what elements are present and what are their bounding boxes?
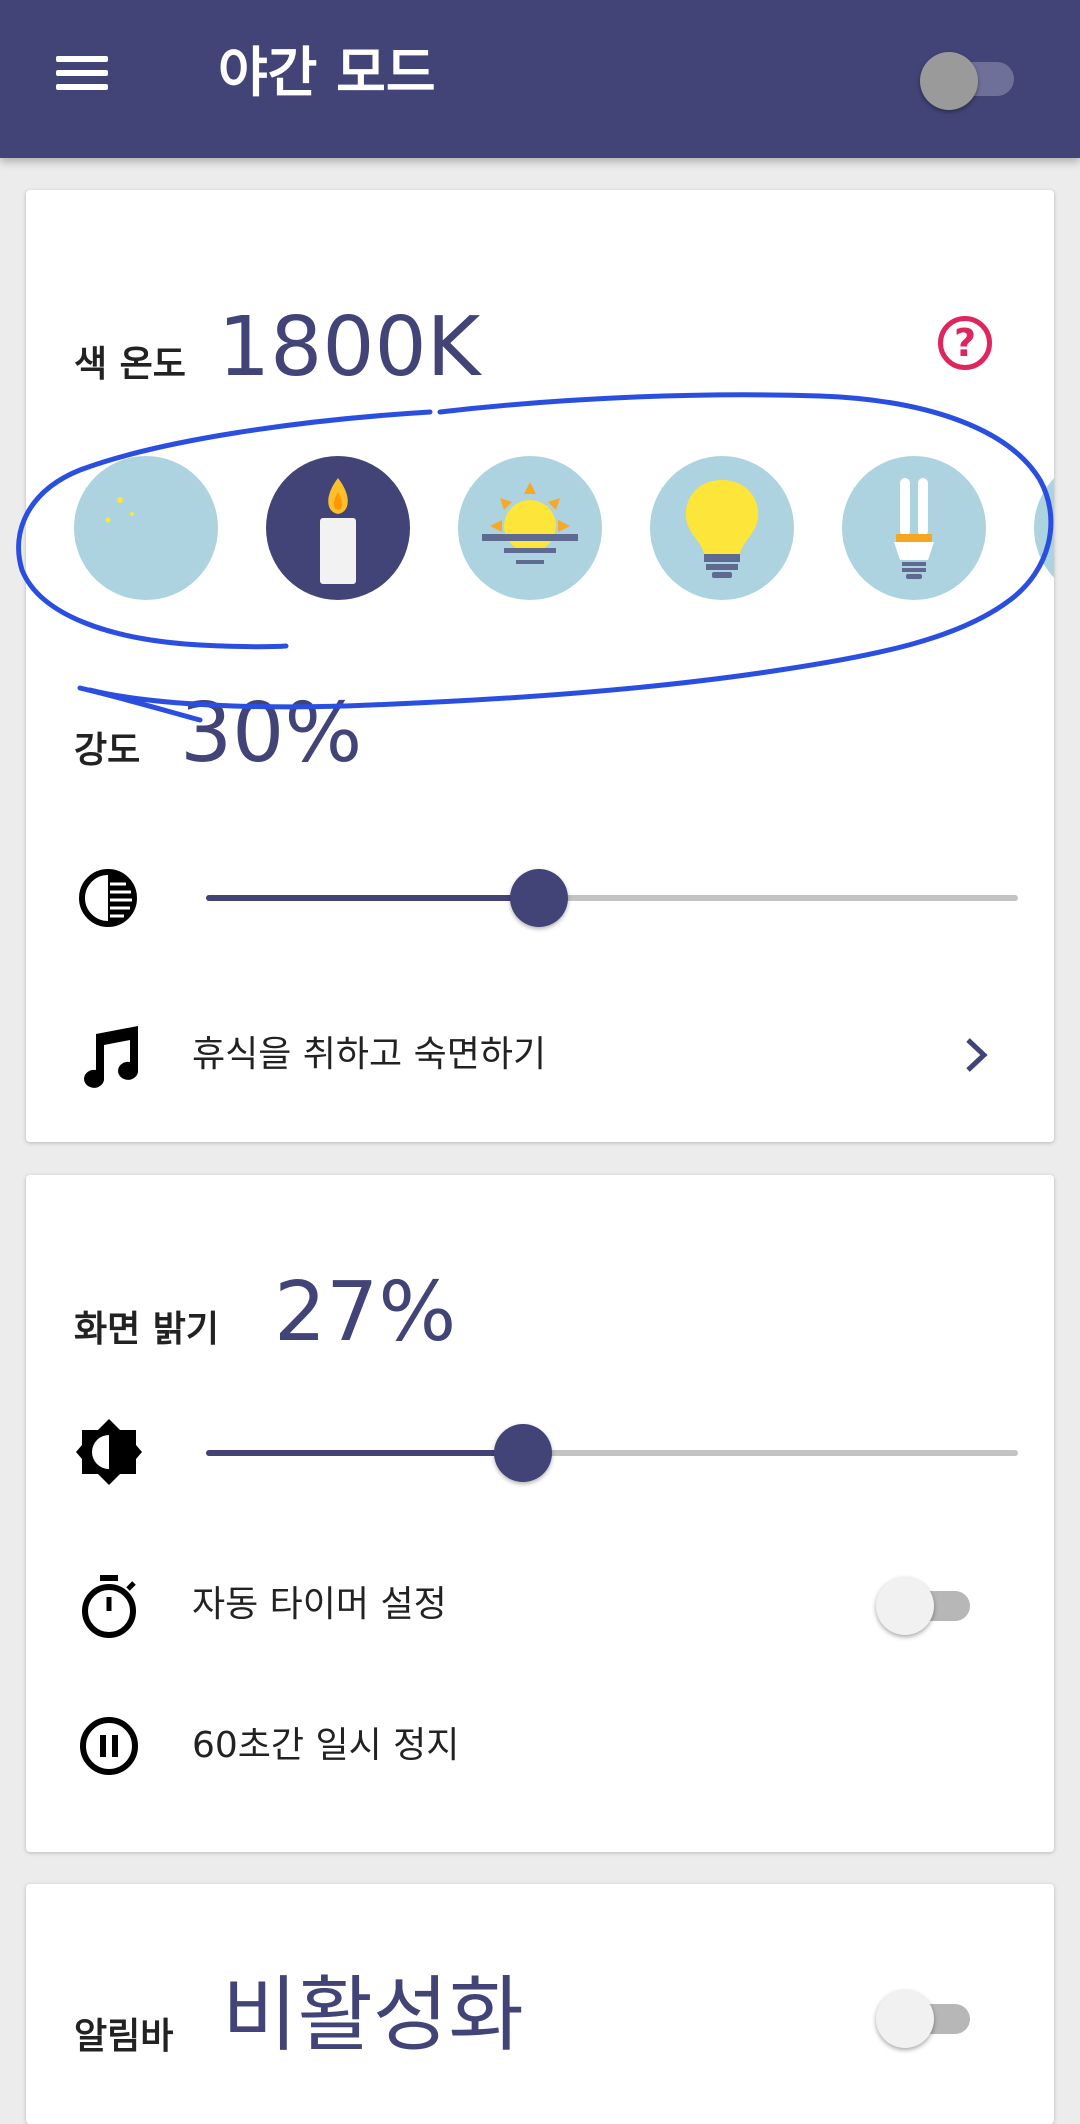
notification-bar-value: 비활성화 xyxy=(222,1968,524,2063)
auto-timer-label: 자동 타이머 설정 xyxy=(192,1584,447,1625)
chevron-right-icon xyxy=(966,1038,988,1072)
preset-more[interactable] xyxy=(1034,456,1054,600)
switch-thumb xyxy=(876,1577,934,1635)
cfl-bulb-icon xyxy=(894,478,934,579)
notification-bar-switch[interactable] xyxy=(876,1988,976,2048)
question-circle-icon[interactable]: ? xyxy=(938,316,992,370)
candle-icon xyxy=(320,478,356,584)
moon-icon xyxy=(105,490,184,570)
auto-timer-switch[interactable] xyxy=(876,1575,976,1635)
slider-knob[interactable] xyxy=(509,869,568,927)
intensity-value: 30% xyxy=(180,686,363,781)
contrast-icon xyxy=(79,869,137,927)
music-note-icon xyxy=(84,1026,139,1088)
filter-settings-card: 색 온도 1800K ? 강도 30% 휴식을 취하고 숙면하기 xyxy=(26,190,1054,1142)
color-temperature-presets xyxy=(26,454,1054,604)
sleep-sounds-label: 휴식을 취하고 숙면하기 xyxy=(192,1034,547,1075)
stopwatch-icon xyxy=(82,1575,136,1638)
slider-fill xyxy=(206,1450,523,1456)
switch-thumb xyxy=(920,52,978,110)
intensity-label: 강도 xyxy=(74,730,141,771)
preset-bulb[interactable] xyxy=(650,456,794,600)
night-mode-master-switch[interactable] xyxy=(920,44,1020,110)
screen-brightness-label: 화면 밝기 xyxy=(74,1309,220,1350)
preset-candle[interactable] xyxy=(266,456,410,600)
light-bulb-icon xyxy=(685,480,759,578)
app-bar: 야간 모드 xyxy=(0,0,1080,158)
pause-label: 60초간 일시 정지 xyxy=(192,1725,460,1766)
notification-bar-label: 알림바 xyxy=(74,2016,174,2057)
page-title: 야간 모드 xyxy=(218,41,436,104)
slider-fill xyxy=(206,895,539,901)
preset-cfl[interactable] xyxy=(842,456,986,600)
switch-thumb xyxy=(876,1990,934,2048)
brightness-icon xyxy=(76,1419,142,1485)
color-temperature-label: 색 온도 xyxy=(74,344,186,385)
notification-bar-card: 알림바 비활성화 xyxy=(26,1884,1054,2124)
sunset-icon xyxy=(482,482,578,564)
brightness-slider[interactable] xyxy=(206,1423,1018,1483)
screen-brightness-value: 27% xyxy=(274,1265,457,1360)
slider-knob[interactable] xyxy=(493,1424,552,1482)
color-temperature-value: 1800K xyxy=(218,300,481,395)
hamburger-menu-icon[interactable] xyxy=(52,50,114,96)
preset-sunset[interactable] xyxy=(458,456,602,600)
pause-circle-icon xyxy=(80,1717,138,1775)
preset-moon[interactable] xyxy=(74,456,218,600)
brightness-card: 화면 밝기 27% 자동 타이머 설정 60초간 일시 정지 xyxy=(26,1175,1054,1852)
intensity-slider[interactable] xyxy=(206,868,1018,928)
